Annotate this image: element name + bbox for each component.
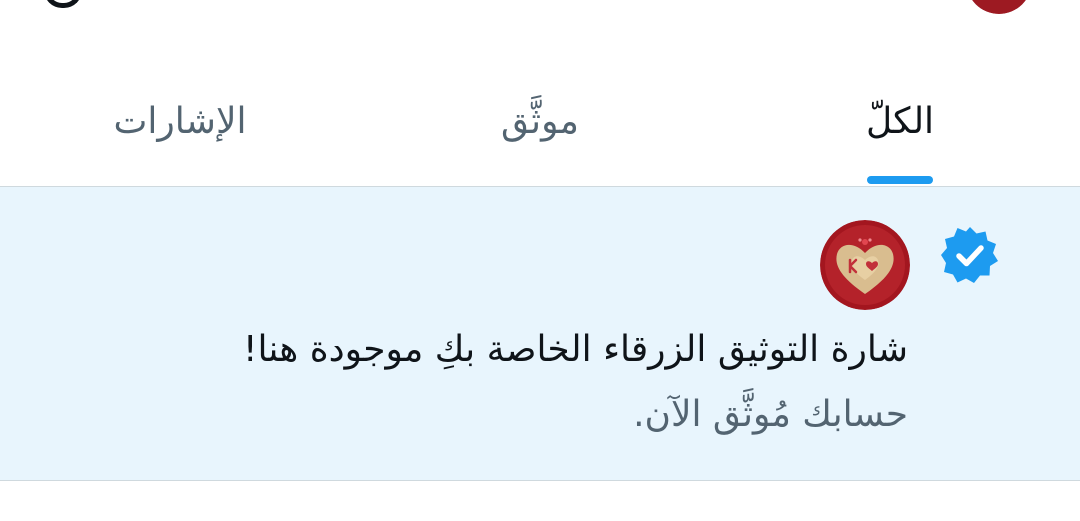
- verification-notification[interactable]: شارة التوثيق الزرقاء الخاصة بكِ موجودة ه…: [0, 187, 1080, 481]
- notification-tabs: الكلّ موثَّق الإشارات: [0, 60, 1080, 187]
- notification-title: شارة التوثيق الزرقاء الخاصة بكِ موجودة ه…: [243, 329, 908, 370]
- top-app-bar: [0, 0, 1080, 60]
- tab-mentions[interactable]: الإشارات: [0, 60, 360, 186]
- settings-icon[interactable]: [44, 0, 82, 8]
- next-notification[interactable]: [0, 481, 1080, 521]
- profile-avatar[interactable]: [966, 0, 1032, 14]
- notification-avatar[interactable]: [820, 220, 910, 310]
- avatar-image: [820, 220, 910, 310]
- tab-verified-label: موثَّق: [501, 100, 579, 142]
- verified-badge-icon: [940, 225, 1000, 285]
- avatar-image: [972, 0, 1026, 14]
- active-tab-indicator: [867, 176, 933, 184]
- tab-mentions-label: الإشارات: [113, 100, 247, 142]
- tab-verified[interactable]: موثَّق: [360, 60, 720, 186]
- tab-all[interactable]: الكلّ: [720, 60, 1080, 186]
- notification-body: حسابك مُوثَّق الآن.: [633, 394, 908, 435]
- tab-all-label: الكلّ: [865, 100, 935, 142]
- notifications-screen: الكلّ موثَّق الإشارات شارة التوثيق الزرق…: [0, 0, 1080, 521]
